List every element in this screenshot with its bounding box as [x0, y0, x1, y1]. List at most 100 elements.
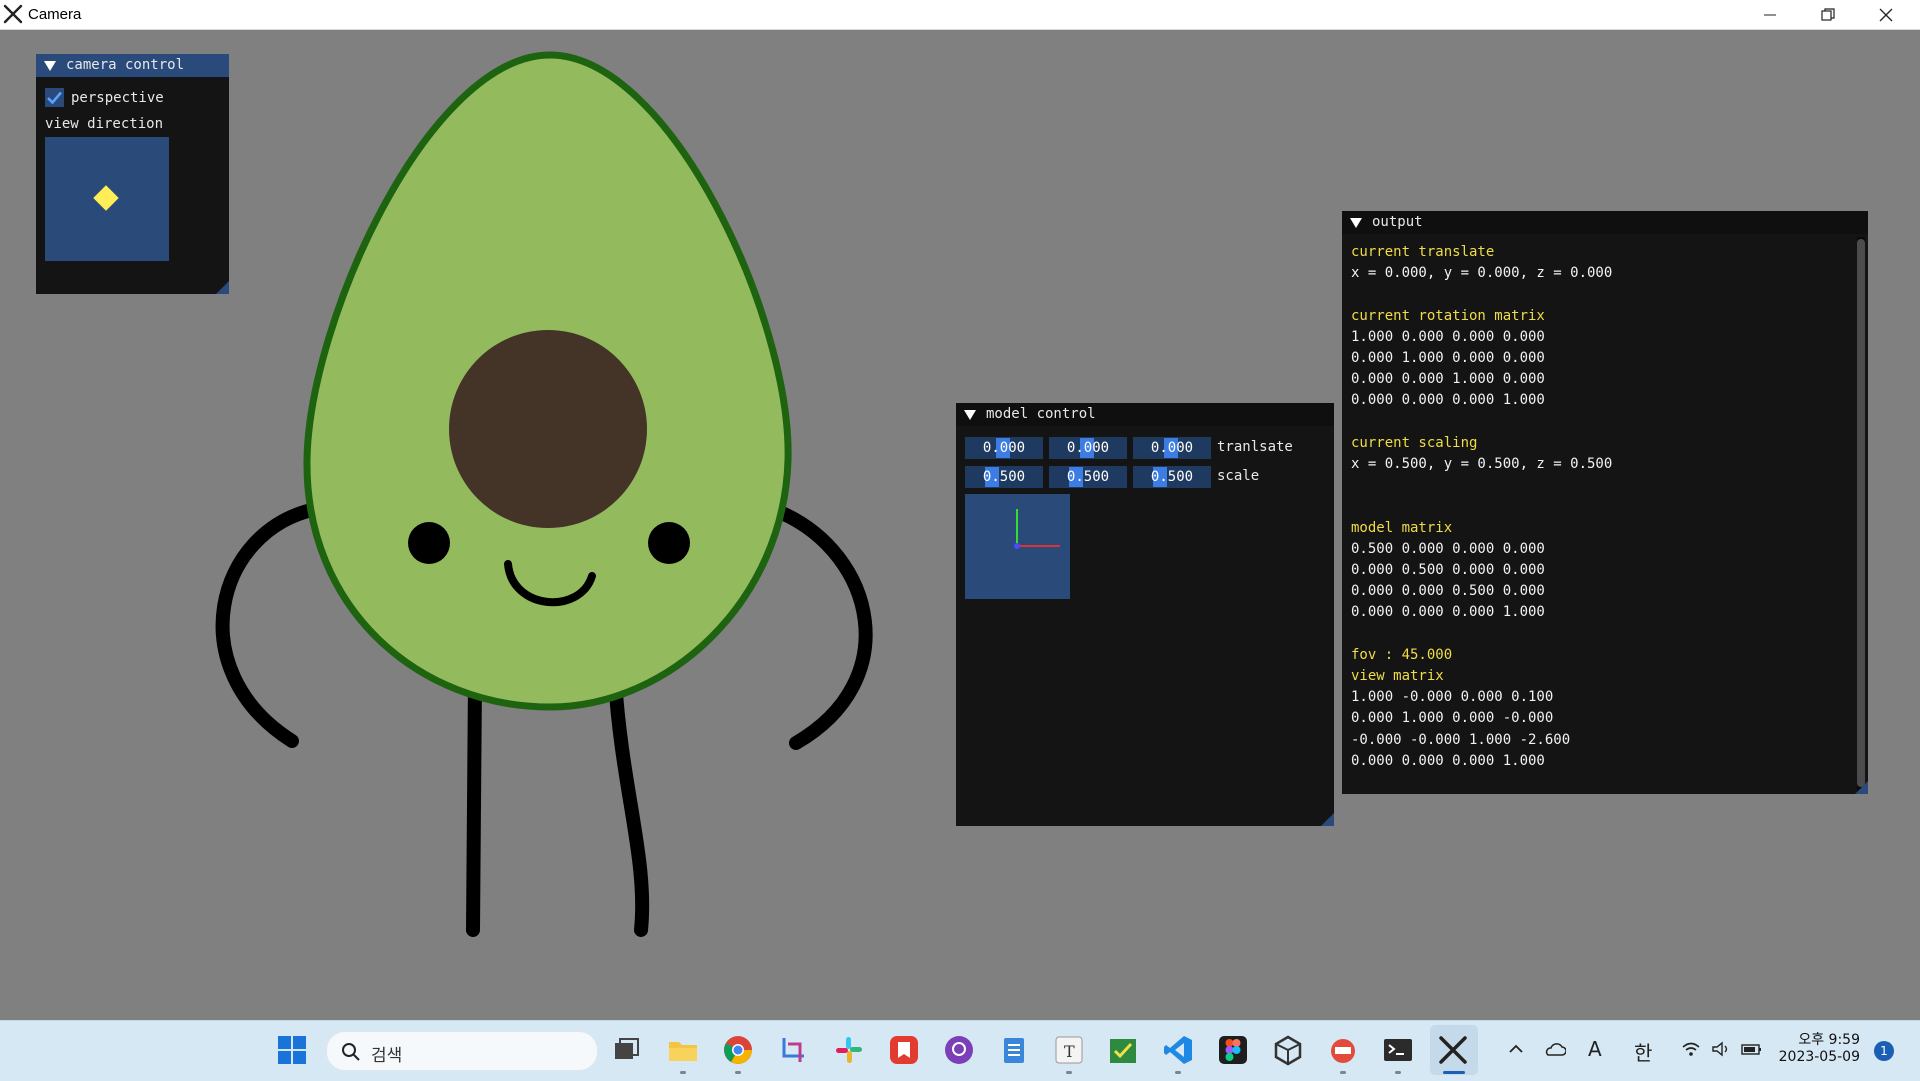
output-panel: output current translate x = 0.000, y = 0…	[1342, 211, 1868, 794]
output-scrollbar[interactable]	[1857, 237, 1865, 793]
scale-z-drag[interactable]: 0.500	[1133, 466, 1211, 488]
slack-icon[interactable]	[833, 1034, 865, 1066]
chrome-icon[interactable]	[722, 1034, 754, 1066]
chevron-up-icon[interactable]	[1508, 1041, 1524, 1057]
right-leg	[608, 673, 650, 937]
scale-y-drag[interactable]: 0.500	[1049, 466, 1127, 488]
rotation-gizmo[interactable]	[965, 494, 1070, 599]
perspective-label: perspective	[71, 89, 164, 106]
restore-icon	[1821, 7, 1835, 21]
model-control-header[interactable]: model control	[956, 403, 1334, 426]
camera-control-title: camera control	[66, 57, 185, 73]
model-control-panel: model control 0.000 0.000 0.000 tranlsat…	[956, 403, 1334, 826]
running-indicator	[735, 1071, 741, 1074]
translate-y-drag[interactable]: 0.000	[1049, 437, 1127, 459]
output-line: 0.000 0.000 0.500 0.000	[1351, 583, 1545, 600]
output-line: 1.000 -0.000 0.000 0.100	[1351, 689, 1554, 706]
scale-x-drag[interactable]: 0.500	[965, 466, 1043, 488]
collapse-triangle-icon[interactable]	[964, 409, 976, 420]
output-line: model matrix	[1351, 519, 1453, 536]
output-line: fov : 45.000	[1351, 646, 1453, 663]
collapse-triangle-icon[interactable]	[44, 60, 56, 71]
view-direction-pad[interactable]	[45, 137, 169, 261]
output-line: x = 0.000, y = 0.000, z = 0.000	[1351, 265, 1613, 282]
volume-icon[interactable]	[1711, 1041, 1731, 1057]
output-line: 1.000 0.000 0.000 0.000	[1351, 328, 1545, 345]
running-indicator	[1395, 1071, 1401, 1074]
scale-label: scale	[1217, 468, 1260, 484]
onedrive-icon[interactable]	[1544, 1041, 1566, 1057]
left-arm	[215, 502, 323, 748]
checkmark-icon	[47, 91, 62, 104]
github-desktop-icon[interactable]	[943, 1034, 975, 1066]
output-line: view matrix	[1351, 668, 1444, 684]
clock-date: 2023-05-09	[1778, 1049, 1860, 1065]
minimize-icon	[1764, 14, 1776, 15]
taskbar: 검색 T A 한 오후 9:59 2023-05-09 1	[0, 1020, 1920, 1081]
taskbar-clock[interactable]: 오후 9:59 2023-05-09	[1770, 1029, 1860, 1065]
search-placeholder: 검색	[371, 1046, 403, 1066]
running-indicator	[680, 1071, 686, 1074]
camera-app-icon[interactable]	[1437, 1034, 1469, 1066]
output-line: current scaling	[1351, 434, 1478, 451]
notification-badge[interactable]: 1	[1874, 1041, 1894, 1061]
translate-x-drag[interactable]: 0.000	[965, 437, 1043, 459]
running-indicator	[1066, 1071, 1072, 1074]
output-line: current translate	[1351, 244, 1495, 260]
output-line: 0.000 0.000 0.000 1.000	[1351, 604, 1545, 621]
output-line: 0.000 1.000 0.000 -0.000	[1351, 710, 1554, 727]
active-indicator	[1443, 1071, 1465, 1074]
output-line: -0.000 -0.000 1.000 -2.600	[1351, 731, 1571, 748]
perspective-toggle[interactable]: perspective	[45, 88, 164, 107]
start-icon[interactable]	[276, 1034, 308, 1066]
figma-icon[interactable]	[1217, 1034, 1249, 1066]
translate-z-drag[interactable]: 0.000	[1133, 437, 1211, 459]
output-line: current rotation matrix	[1351, 307, 1545, 324]
view-direction-label: view direction	[45, 116, 164, 132]
translate-label: tranlsate	[1217, 439, 1293, 455]
file-explorer-icon[interactable]	[667, 1034, 699, 1066]
pdf-app-icon[interactable]	[1327, 1034, 1359, 1066]
minimize-button[interactable]	[1741, 0, 1799, 29]
restore-button[interactable]	[1799, 0, 1857, 29]
close-icon	[1879, 8, 1893, 21]
notepad-icon[interactable]	[998, 1034, 1030, 1066]
unity-icon[interactable]	[1272, 1034, 1304, 1066]
model-control-title: model control	[986, 406, 1096, 422]
snipping-tool-icon[interactable]	[778, 1034, 810, 1066]
resize-grip[interactable]	[1321, 813, 1334, 826]
close-button[interactable]	[1857, 0, 1915, 29]
perspective-checkbox[interactable]	[45, 88, 64, 107]
view-direction-handle[interactable]	[93, 185, 119, 211]
resize-grip[interactable]	[1855, 781, 1868, 794]
taskbar-search[interactable]: 검색	[326, 1031, 598, 1071]
output-scroll-thumb[interactable]	[1857, 239, 1865, 787]
checklist-icon[interactable]	[1107, 1034, 1139, 1066]
battery-icon[interactable]	[1741, 1041, 1763, 1057]
running-indicator	[1175, 1071, 1181, 1074]
output-line: 0.000 0.000 0.000 1.000	[1351, 752, 1545, 769]
input-mode-indicator[interactable]: A	[1588, 1037, 1602, 1061]
task-view-icon[interactable]	[611, 1034, 643, 1066]
window-title: Camera	[28, 6, 82, 23]
search-icon	[342, 1043, 360, 1061]
ime-language-indicator[interactable]: 한	[1634, 1037, 1652, 1066]
clock-time: 오후 9:59	[1798, 1032, 1860, 1048]
left-leg	[466, 673, 482, 937]
collapse-triangle-icon[interactable]	[1350, 217, 1362, 228]
wifi-icon[interactable]	[1681, 1041, 1701, 1057]
right-eye	[648, 522, 690, 564]
vscode-icon[interactable]	[1162, 1034, 1194, 1066]
output-header[interactable]: output	[1342, 211, 1868, 234]
terminal-icon[interactable]	[1382, 1034, 1414, 1066]
output-line: 0.500 0.000 0.000 0.000	[1351, 540, 1545, 557]
typora-icon[interactable]: T	[1053, 1034, 1085, 1066]
red-app-icon[interactable]	[888, 1034, 920, 1066]
app-x-icon	[3, 4, 23, 24]
running-indicator	[1340, 1071, 1346, 1074]
camera-control-header[interactable]: camera control	[36, 54, 229, 77]
axis-gizmo-icon	[1014, 509, 1060, 549]
window-title-bar: Camera	[0, 0, 1920, 30]
resize-grip[interactable]	[216, 281, 229, 294]
right-arm	[775, 506, 873, 750]
